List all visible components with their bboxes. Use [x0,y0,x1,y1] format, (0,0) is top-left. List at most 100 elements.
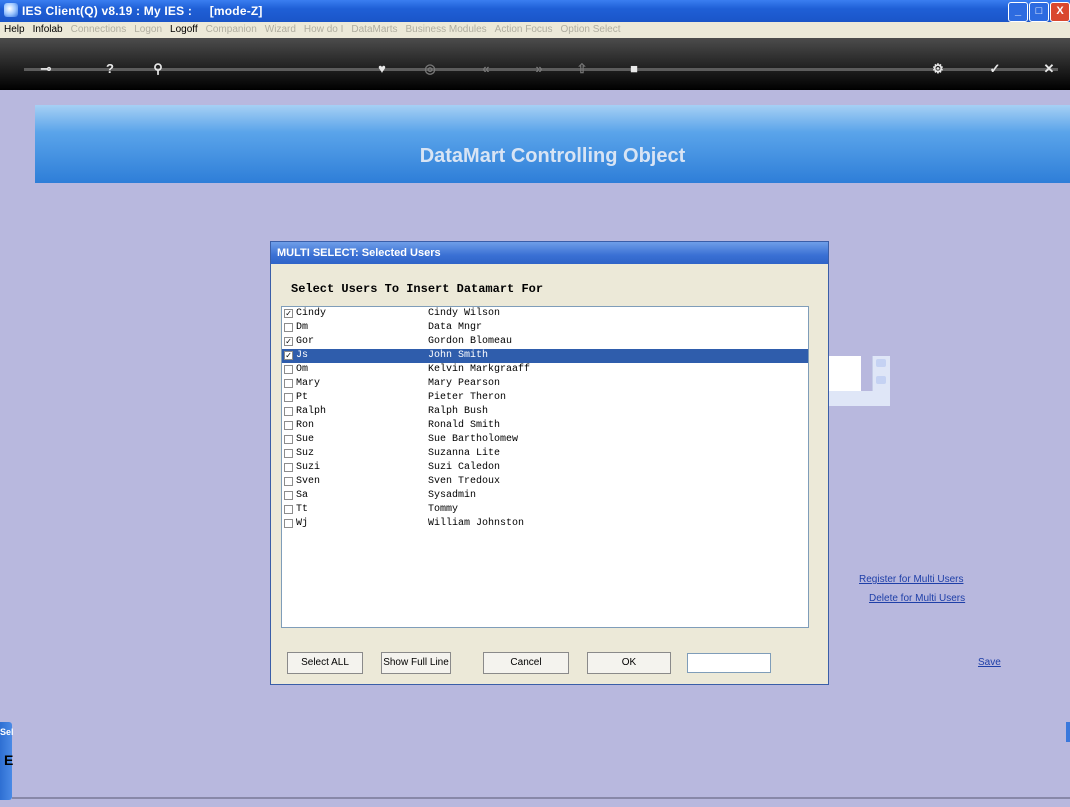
maximize-button[interactable]: □ [1029,2,1049,22]
search-icon[interactable]: ⚲ [146,62,170,76]
dialog-input[interactable] [687,653,771,673]
user-checkbox[interactable]: ✓ [284,351,293,361]
menu-companion[interactable]: Companion [206,24,257,35]
list-item[interactable]: Sa Sysadmin [282,489,808,503]
user-name: Data Mngr [428,322,483,333]
user-checkbox[interactable] [284,505,293,514]
title-bar: IES Client(Q) v8.19 : My IES : [mode-Z] … [0,0,1070,22]
delete-multi-users-link[interactable]: Delete for Multi Users [869,593,965,604]
list-item[interactable]: Tt Tommy [282,503,808,517]
menu-bar: Help Infolab Connections Logon Logoff Compani… [0,22,1070,38]
menu-connections[interactable]: Connections [71,24,127,35]
list-item[interactable]: ✓ Gor Gordon Blomeau [282,335,808,349]
help-icon[interactable]: ? [98,62,122,76]
menu-infolab[interactable]: Infolab [33,24,63,35]
list-item[interactable]: Mary Mary Pearson [282,377,808,391]
scroll-down-icon[interactable] [876,376,886,384]
user-name: Mary Pearson [428,378,501,389]
user-checkbox[interactable] [284,435,293,444]
window-title: IES Client(Q) v8.19 : My IES : [mode-Z] [22,4,263,18]
list-item[interactable]: Suzi Suzi Caledon [282,461,808,475]
user-code: Suzi [296,462,321,473]
show-full-line-button[interactable]: Show Full Line [381,652,451,674]
heart-icon[interactable]: ♥ [370,62,394,76]
side-tab-char: E [4,752,14,768]
export-icon[interactable]: ⇧ [570,62,594,76]
settings-icon[interactable]: ⚙ [926,62,950,76]
key-icon[interactable]: ⊸ [34,62,58,76]
menu-logoff[interactable]: Logoff [170,24,198,35]
user-code: Wj [296,518,309,529]
user-name: William Johnston [428,518,525,529]
list-item[interactable]: ✓ Cindy Cindy Wilson [282,307,808,321]
menu-help[interactable]: Help [4,24,25,35]
list-item[interactable]: Dm Data Mngr [282,321,808,335]
menu-business-modules[interactable]: Business Modules [406,24,487,35]
user-checkbox[interactable] [284,407,293,416]
menu-how-do-i[interactable]: How do I [304,24,343,35]
footer-line [12,797,1070,799]
user-code: Sue [296,434,315,445]
scroll-up-icon[interactable] [876,359,886,367]
user-checkbox[interactable] [284,323,293,332]
user-checkbox[interactable]: ✓ [284,309,293,319]
list-item[interactable]: Om Kelvin Markgraaff [282,363,808,377]
user-name: Kelvin Markgraaff [428,364,531,375]
list-item[interactable]: Ralph Ralph Bush [282,405,808,419]
power-icon[interactable]: ◎ [418,62,442,76]
accept-icon[interactable]: ✓ [983,62,1007,76]
user-code: Pt [296,392,309,403]
side-tab-label: Sel [0,727,14,737]
menu-logon[interactable]: Logon [134,24,162,35]
user-checkbox[interactable] [284,463,293,472]
list-item[interactable]: Wj William Johnston [282,517,808,531]
user-name: Ronald Smith [428,420,501,431]
user-checkbox[interactable] [284,365,293,374]
user-checkbox[interactable] [284,491,293,500]
multi-select-dialog: MULTI SELECT: Selected Users Select User… [270,241,829,685]
user-checkbox[interactable] [284,379,293,388]
user-code: Sa [296,490,309,501]
stop-icon[interactable]: ■ [622,62,646,76]
user-code: Suz [296,448,315,459]
user-code: Sven [296,476,321,487]
user-name: Ralph Bush [428,406,489,417]
ok-button[interactable]: OK [587,652,671,674]
select-all-button[interactable]: Select ALL [287,652,363,674]
minimize-button[interactable]: _ [1008,2,1028,22]
register-multi-users-link[interactable]: Register for Multi Users [859,574,963,585]
user-checkbox[interactable] [284,519,293,528]
app-icon [4,3,18,17]
user-name: Cindy Wilson [428,308,501,319]
user-code: Dm [296,322,309,333]
list-item[interactable]: Sven Sven Tredoux [282,475,808,489]
rewind-icon[interactable]: « [474,62,498,76]
user-checkbox[interactable] [284,393,293,402]
close-button[interactable]: X [1050,2,1070,22]
right-edge-tab[interactable] [1066,722,1070,742]
user-checkbox[interactable] [284,421,293,430]
user-checkbox[interactable] [284,477,293,486]
header-band: DataMart Controlling Object [35,105,1070,183]
list-item[interactable]: Suz Suzanna Lite [282,447,808,461]
user-code: Ralph [296,406,327,417]
user-name: Sysadmin [428,490,477,501]
save-link[interactable]: Save [978,657,1001,668]
list-item[interactable]: Ron Ronald Smith [282,419,808,433]
cancel-button[interactable]: Cancel [483,652,569,674]
user-list[interactable]: ✓ Cindy Cindy Wilson Dm Data Mngr ✓ Gor Gordon … [281,306,809,628]
background-hscrollbar[interactable] [825,391,885,406]
list-item[interactable]: Pt Pieter Theron [282,391,808,405]
menu-datamarts[interactable]: DataMarts [351,24,397,35]
user-checkbox[interactable]: ✓ [284,337,293,347]
menu-wizard[interactable]: Wizard [265,24,296,35]
list-item[interactable]: ✓ Js John Smith [282,349,808,363]
menu-action-focus[interactable]: Action Focus [495,24,553,35]
exit-icon[interactable]: ✕ [1037,62,1061,76]
user-code: Mary [296,378,321,389]
list-item[interactable]: Sue Sue Bartholomew [282,433,808,447]
forward-icon[interactable]: » [527,62,551,76]
menu-option-select[interactable]: Option Select [560,24,620,35]
user-checkbox[interactable] [284,449,293,458]
user-code: Cindy [296,308,327,319]
